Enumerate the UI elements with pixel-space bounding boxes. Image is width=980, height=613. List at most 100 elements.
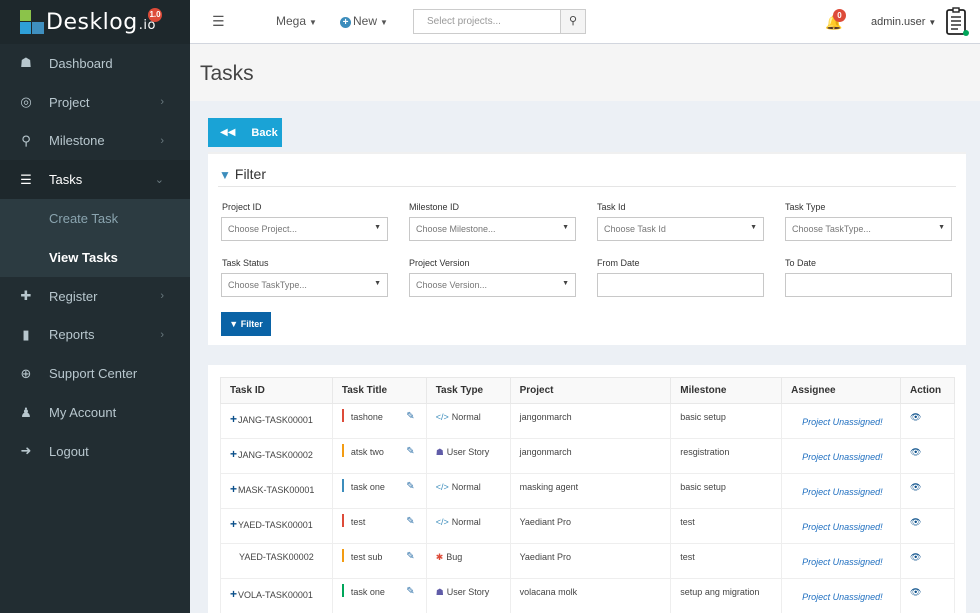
column-header-milestone[interactable]: Milestone <box>670 377 783 404</box>
column-header-action[interactable]: Action <box>900 377 955 404</box>
table-row[interactable]: +JANG-TASK00001 tashone ✎ </> Normal jangonma… <box>220 403 955 439</box>
new-menu-button[interactable]: + New ▼ <box>340 14 388 28</box>
eye-icon[interactable]: 👁 <box>910 412 921 422</box>
sidebar-item-logout[interactable]: ➜ Logout <box>0 432 190 471</box>
brand-logo[interactable]: Desklog.io 1.0 <box>0 0 190 44</box>
table-row[interactable]: +VOLA-TASK00001 task one ✎ ☗ User Story volac… <box>220 578 955 613</box>
edit-icon[interactable]: ✎ <box>406 411 414 422</box>
milestone-cell: test <box>670 508 783 544</box>
table-row[interactable]: +JANG-TASK00002 atsk two ✎ ☗ User Story jango… <box>220 438 955 474</box>
edit-icon[interactable]: ✎ <box>406 516 414 527</box>
sidebar-item-milestone[interactable]: ⚲ Milestone › <box>0 122 190 161</box>
submenu-item-create-task[interactable]: Create Task <box>0 199 190 238</box>
task-title: task one <box>350 587 385 597</box>
project-search-input[interactable]: Select projects... <box>413 9 561 34</box>
edit-icon[interactable]: ✎ <box>406 481 414 492</box>
task-id-cell: +JANG-TASK00002 <box>220 438 333 474</box>
eye-icon[interactable]: 👁 <box>910 587 921 597</box>
priority-bar <box>341 479 344 493</box>
project-id-select[interactable]: Choose Project... ▼ <box>221 217 388 241</box>
expand-plus-icon[interactable]: + <box>230 517 237 531</box>
task-id-select[interactable]: Choose Task Id ▼ <box>597 217 764 241</box>
lifebuoy-icon: ⊕ <box>20 365 32 381</box>
expand-plus-icon[interactable]: + <box>230 412 237 426</box>
map-marker-icon: ⚲ <box>21 132 31 148</box>
top-header: ☰ Mega ▼ + New ▼ Select projects... ⚲ 🔔 0 a… <box>190 0 980 44</box>
column-header-task-title[interactable]: Task Title <box>331 377 427 404</box>
to-date-input[interactable] <box>785 273 952 297</box>
sidebar-item-label: Reports <box>49 327 95 343</box>
task-type-cell: ☗ User Story <box>425 438 511 474</box>
filter-button[interactable]: ▼ Filter <box>221 312 271 336</box>
code-icon: </> <box>435 412 449 422</box>
edit-icon[interactable]: ✎ <box>406 551 414 562</box>
task-id: YAED-TASK00001 <box>238 520 313 530</box>
filter-title: ▼ Filter <box>219 166 267 182</box>
project-id-label: Project ID <box>222 202 262 212</box>
back-button[interactable]: ◀◀ Back <box>208 118 282 147</box>
project-version-select[interactable]: Choose Version... ▼ <box>409 273 576 297</box>
priority-bar <box>341 514 344 528</box>
expand-plus-icon[interactable]: + <box>230 482 237 496</box>
sign-out-icon: ➜ <box>20 443 32 459</box>
caret-down-icon: ▼ <box>750 224 757 231</box>
priority-bar <box>341 584 344 598</box>
column-header-task-id[interactable]: Task ID <box>220 377 333 404</box>
edit-icon[interactable]: ✎ <box>406 586 414 597</box>
task-id-cell: +YAED-TASK00001 <box>220 508 333 544</box>
bar-chart-icon: ▮ <box>22 326 30 342</box>
submenu-item-view-tasks[interactable]: View Tasks <box>0 238 190 277</box>
sidebar-item-project[interactable]: ◎ Project › <box>0 83 190 122</box>
sidebar-item-support-center[interactable]: ⊕ Support Center <box>0 354 190 393</box>
caret-down-icon: ▼ <box>374 224 381 231</box>
user-menu[interactable]: admin.user ▼ <box>871 16 936 28</box>
table-body: +JANG-TASK00001 tashone ✎ </> Normal jangonma… <box>220 403 955 613</box>
search-icon: ⚲ <box>568 15 578 27</box>
eye-icon[interactable]: 👁 <box>910 482 921 492</box>
eye-icon[interactable]: 👁 <box>910 447 921 457</box>
divider <box>218 186 956 187</box>
sidebar-item-register[interactable]: ✚ Register › <box>0 277 190 316</box>
column-header-task-type[interactable]: Task Type <box>425 377 511 404</box>
bug-icon: ✱ <box>435 552 444 562</box>
priority-bar <box>341 409 344 423</box>
task-title-cell: atsk two ✎ <box>331 438 427 474</box>
task-status-select[interactable]: Choose TaskType... ▼ <box>221 273 388 297</box>
sidebar-toggle-icon[interactable]: ☰ <box>212 13 225 30</box>
target-icon: ◎ <box>20 94 32 110</box>
sidebar-item-tasks[interactable]: ☰ Tasks ⌄ <box>0 160 190 200</box>
task-title: test <box>350 517 366 527</box>
task-type: Normal <box>451 482 481 492</box>
action-cell: 👁 <box>900 438 955 474</box>
sidebar-item-my-account[interactable]: ♟ My Account <box>0 393 190 432</box>
assignee-cell: Project Unassigned! <box>781 473 901 509</box>
edit-icon[interactable]: ✎ <box>406 446 414 457</box>
search-button[interactable]: ⚲ <box>560 9 586 34</box>
column-header-project[interactable]: Project <box>509 377 672 404</box>
expand-plus-icon[interactable]: + <box>230 447 237 461</box>
users-icon: ☗ <box>435 447 444 457</box>
users-icon: ☗ <box>435 587 444 597</box>
expand-plus-icon[interactable]: + <box>230 587 237 601</box>
eye-icon[interactable]: 👁 <box>910 517 921 527</box>
column-header-assignee[interactable]: Assignee <box>781 377 901 404</box>
avatar[interactable] <box>944 7 970 37</box>
milestone-id-select[interactable]: Choose Milestone... ▼ <box>409 217 576 241</box>
task-status-label: Task Status <box>222 258 269 268</box>
chevron-down-icon: ⌄ <box>154 174 164 187</box>
sidebar-item-reports[interactable]: ▮ Reports › <box>0 316 190 355</box>
table-row[interactable]: +MASK-TASK00001 task one ✎ </> Normal masking… <box>220 473 955 509</box>
sidebar-item-dashboard[interactable]: ☗ Dashboard <box>0 44 190 83</box>
mega-menu-button[interactable]: Mega ▼ <box>276 14 317 28</box>
from-date-input[interactable] <box>597 273 764 297</box>
task-title: atsk two <box>350 447 384 457</box>
eye-icon[interactable]: 👁 <box>910 552 921 562</box>
assignee-cell: Project Unassigned! <box>781 543 901 579</box>
assignee-cell: Project Unassigned! <box>781 438 901 474</box>
desklog-logo-icon <box>20 10 44 34</box>
task-id: VOLA-TASK00001 <box>238 590 313 600</box>
milestone-cell: basic setup <box>670 473 783 509</box>
table-row[interactable]: YAED-TASK00002 test sub ✎ ✱ Bug Yaediant Pro t… <box>220 543 955 579</box>
table-row[interactable]: +YAED-TASK00001 test ✎ </> Normal Yaediant Pr… <box>220 508 955 544</box>
task-type-select[interactable]: Choose TaskType... ▼ <box>785 217 952 241</box>
